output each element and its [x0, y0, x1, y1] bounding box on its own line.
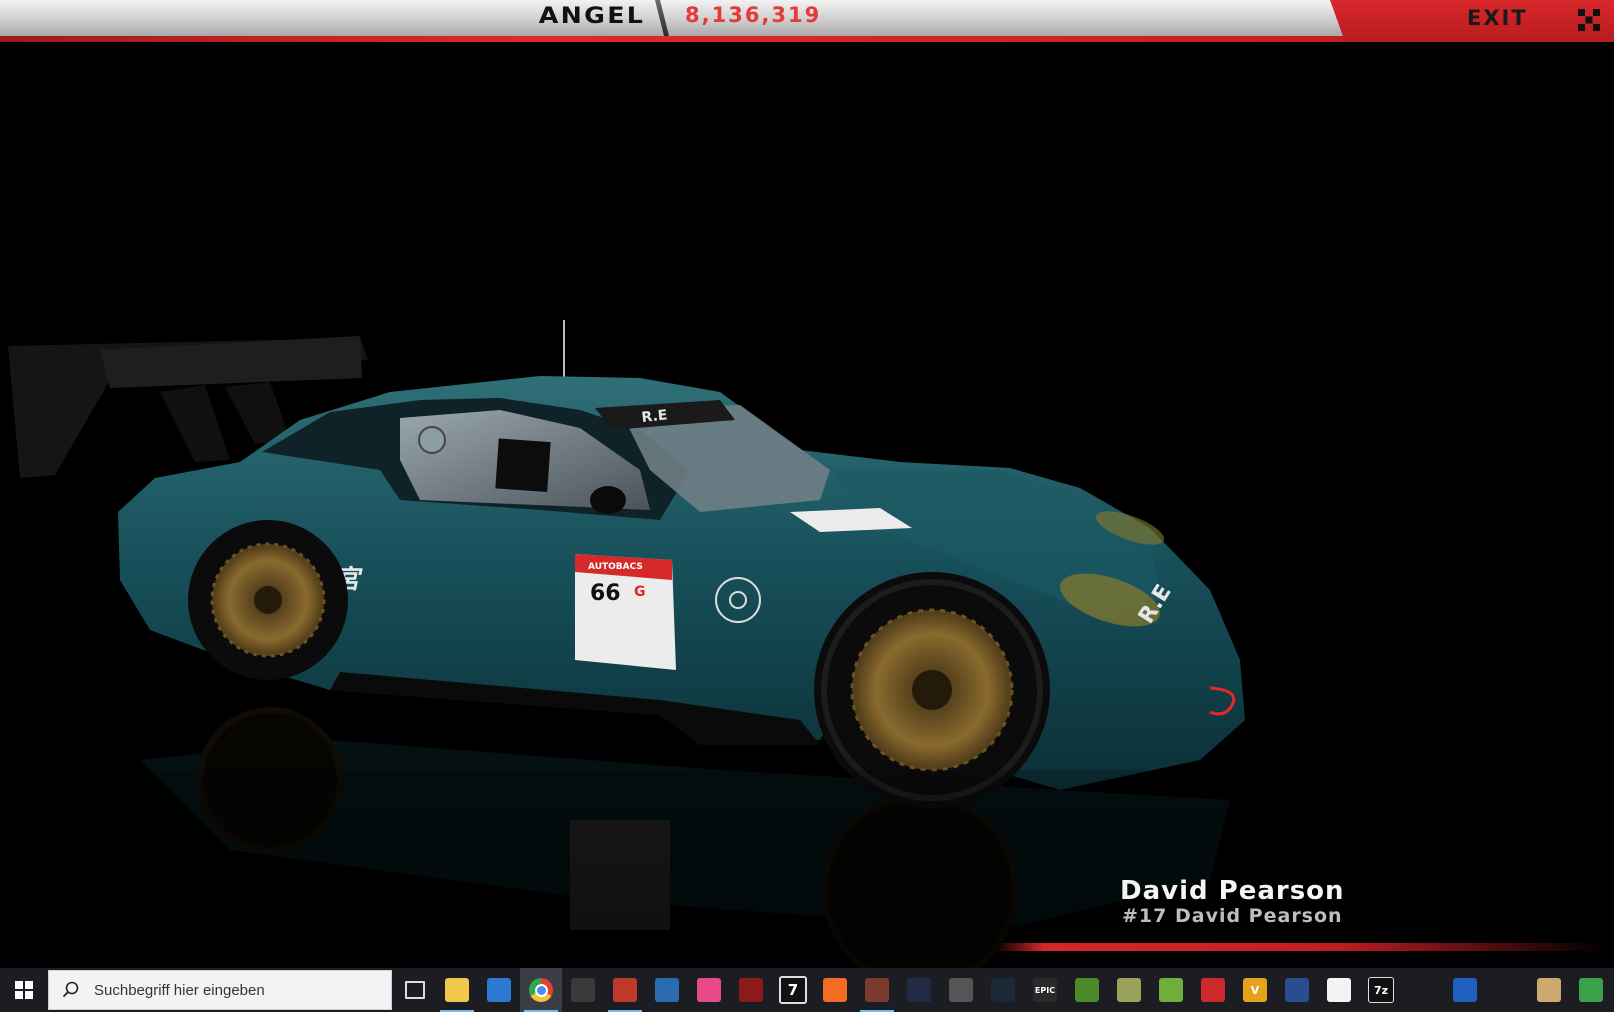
- app-gear-red-icon: [739, 978, 763, 1002]
- fullscreen-toggle-icon[interactable]: [1578, 9, 1600, 31]
- svg-text:G: G: [634, 584, 646, 600]
- app-game-portrait-icon: [865, 978, 889, 1002]
- sponsor-label: AUTOBACS: [588, 562, 643, 572]
- taskbar-app-app-green-game[interactable]: [1066, 968, 1108, 1012]
- driver-subtitle: #17 David Pearson: [1122, 905, 1343, 927]
- windows-logo-icon: [15, 981, 33, 999]
- top-bar: ANGEL 8,136,319 EXIT: [0, 0, 1614, 44]
- search-box[interactable]: [48, 970, 392, 1010]
- taskbar-app-app-car-thumb[interactable]: [940, 968, 982, 1012]
- app-game-pv2-icon: [1117, 978, 1141, 1002]
- app-green-game-icon: [1075, 978, 1099, 1002]
- file-explorer-icon: [445, 978, 469, 1002]
- app-red-swirl-icon: [613, 978, 637, 1002]
- epic-games-label: EPIC: [1034, 985, 1056, 995]
- windows-taskbar: 7 EPIC V 7z: [0, 968, 1614, 1012]
- app-seven-label: 7: [787, 981, 799, 999]
- driver-underline: [995, 943, 1605, 951]
- taskbar-app-app-game-pv2[interactable]: [1108, 968, 1150, 1012]
- steam-icon: [991, 978, 1015, 1002]
- search-input[interactable]: [92, 980, 376, 1000]
- app-seven-icon: 7: [779, 976, 807, 1004]
- 7zip-icon: 7z: [1368, 977, 1394, 1003]
- taskbar-app-paint[interactable]: [1528, 968, 1570, 1012]
- search-icon: [62, 981, 79, 998]
- taskbar-app-steam[interactable]: [982, 968, 1024, 1012]
- taskbar-app-app-green-char[interactable]: [1150, 968, 1192, 1012]
- taskbar-app-app-chart[interactable]: [1486, 968, 1528, 1012]
- taskbar-app-app-red-square[interactable]: [1192, 968, 1234, 1012]
- taskbar-app-app-seven[interactable]: 7: [772, 968, 814, 1012]
- taskbar-app-app-blue-figure[interactable]: [1276, 968, 1318, 1012]
- app-blue-figure-icon: [1285, 978, 1309, 1002]
- taskbar-app-7zip[interactable]: 7z: [1360, 968, 1402, 1012]
- app-green-char-icon: [1159, 978, 1183, 1002]
- calculator-icon: [571, 978, 595, 1002]
- origin-icon: [823, 978, 847, 1002]
- app-v-orange-icon: V: [1243, 978, 1267, 1002]
- itunes-icon: [1327, 978, 1351, 1002]
- svg-text:R.E: R.E: [641, 407, 668, 426]
- epic-games-icon: EPIC: [1033, 978, 1057, 1002]
- app-clock-icon: [1411, 978, 1435, 1002]
- app-controller-icon: [1453, 978, 1477, 1002]
- taskbar-app-app-blue-disc[interactable]: [646, 968, 688, 1012]
- uplay-icon: [907, 978, 931, 1002]
- race-number: 66: [590, 581, 621, 606]
- taskbar-app-app-v-orange[interactable]: V: [1234, 968, 1276, 1012]
- start-button[interactable]: [0, 968, 48, 1012]
- player-name: ANGEL: [538, 4, 646, 29]
- taskbar-app-microsoft-store[interactable]: [478, 968, 520, 1012]
- rear-wheel: [188, 520, 348, 680]
- taskbar-app-app-game-portrait[interactable]: [856, 968, 898, 1012]
- taskbar-app-task-view[interactable]: [394, 968, 436, 1012]
- app-chart-icon: [1495, 978, 1519, 1002]
- driver-name: David Pearson: [1120, 876, 1345, 906]
- car-showcase: R.E 66 AUTOBACS G R.E雨宮 R.E: [0, 320, 1614, 968]
- forza-icon: [697, 978, 721, 1002]
- paint-icon: [1537, 978, 1561, 1002]
- taskbar-apps: 7 EPIC V 7z: [394, 968, 1612, 1012]
- taskbar-app-epic-games[interactable]: EPIC: [1024, 968, 1066, 1012]
- taskbar-app-app-red-swirl[interactable]: [604, 968, 646, 1012]
- taskbar-app-app-gear-red[interactable]: [730, 968, 772, 1012]
- taskbar-app-app-last[interactable]: [1570, 968, 1612, 1012]
- chrome-icon: [529, 978, 553, 1002]
- microsoft-store-icon: [487, 978, 511, 1002]
- taskbar-app-app-clock[interactable]: [1402, 968, 1444, 1012]
- app-v-orange-label: V: [1250, 983, 1260, 997]
- taskbar-app-itunes[interactable]: [1318, 968, 1360, 1012]
- credits-counter: 8,136,319: [685, 3, 822, 27]
- task-view-icon: [405, 981, 425, 999]
- taskbar-app-forza[interactable]: [688, 968, 730, 1012]
- taskbar-app-origin[interactable]: [814, 968, 856, 1012]
- exit-button[interactable]: EXIT: [1467, 6, 1528, 34]
- top-bar-red-line: [0, 36, 1345, 42]
- app-blue-disc-icon: [655, 978, 679, 1002]
- taskbar-app-file-explorer[interactable]: [436, 968, 478, 1012]
- taskbar-app-app-controller[interactable]: [1444, 968, 1486, 1012]
- taskbar-app-chrome[interactable]: [520, 968, 562, 1012]
- taskbar-app-uplay[interactable]: [898, 968, 940, 1012]
- 7zip-label: 7z: [1373, 983, 1389, 997]
- app-red-square-icon: [1201, 978, 1225, 1002]
- app-car-thumb-icon: [949, 978, 973, 1002]
- app-last-icon: [1579, 978, 1603, 1002]
- taskbar-app-calculator[interactable]: [562, 968, 604, 1012]
